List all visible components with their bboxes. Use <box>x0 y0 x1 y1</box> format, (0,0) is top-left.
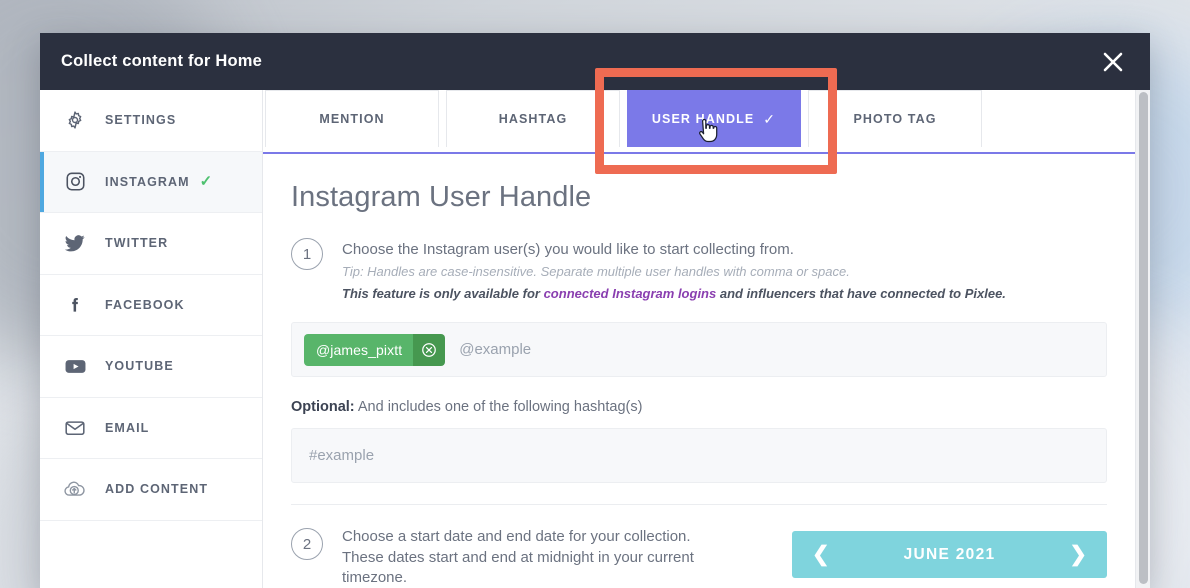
instagram-icon <box>62 171 88 192</box>
sidebar-item-facebook[interactable]: FACEBOOK <box>40 275 262 337</box>
tab-label: USER HANDLE <box>652 112 754 126</box>
step-number: 2 <box>291 528 323 560</box>
sidebar-item-settings[interactable]: SETTINGS <box>40 90 262 152</box>
optional-hashtag-label: Optional: And includes one of the follow… <box>291 399 1107 415</box>
sidebar-item-label: SETTINGS <box>105 113 176 127</box>
tab-photo-tag[interactable]: PHOTO TAG <box>808 90 982 147</box>
hashtag-input-placeholder: #example <box>309 447 374 464</box>
youtube-icon <box>62 355 88 378</box>
chevron-left-icon[interactable]: ❮ <box>812 544 830 565</box>
sidebar: SETTINGS INSTAGRAM ✓ <box>40 90 263 588</box>
modal-body: SETTINGS INSTAGRAM ✓ <box>40 90 1150 588</box>
step-note: This feature is only available for conne… <box>342 284 1006 304</box>
tab-bar: MENTION HASHTAG USER HANDLE ✓ PHOTO TAG <box>263 90 1135 154</box>
sidebar-item-label: EMAIL <box>105 421 149 435</box>
sidebar-item-label: TWITTER <box>105 236 168 250</box>
cloud-upload-icon <box>62 477 88 501</box>
screen: Collect content for Home SETTINGS <box>0 0 1190 588</box>
page-title: Instagram User Handle <box>291 181 1107 214</box>
tab-check-icon: ✓ <box>763 112 776 126</box>
tab-mention[interactable]: MENTION <box>265 90 439 147</box>
note-after: and influencers that have connected to P… <box>716 286 1006 301</box>
month-navigator[interactable]: ❮ JUNE 2021 ❯ <box>792 531 1107 578</box>
tab-label: PHOTO TAG <box>853 112 936 126</box>
optional-bold: Optional: <box>291 399 355 415</box>
content-panel: MENTION HASHTAG USER HANDLE ✓ PHOTO TAG <box>263 90 1135 588</box>
step-number: 1 <box>291 238 323 270</box>
step-2: 2 Choose a start date and end date for y… <box>291 527 1107 588</box>
sidebar-item-instagram[interactable]: INSTAGRAM ✓ <box>40 152 262 214</box>
collect-content-modal: Collect content for Home SETTINGS <box>40 33 1150 588</box>
sidebar-item-label: YOUTUBE <box>105 359 174 373</box>
section-divider <box>291 504 1107 505</box>
sidebar-item-youtube[interactable]: YOUTUBE <box>40 336 262 398</box>
handle-chip-label: @james_pixtt <box>304 334 413 366</box>
optional-rest: And includes one of the following hashta… <box>355 399 643 415</box>
close-icon[interactable] <box>1094 43 1132 81</box>
user-handle-input[interactable]: @james_pixtt @example <box>291 322 1107 377</box>
twitter-icon <box>62 232 88 254</box>
vertical-scrollbar[interactable] <box>1135 90 1150 588</box>
chevron-right-icon[interactable]: ❯ <box>1069 544 1087 565</box>
modal-titlebar: Collect content for Home <box>40 33 1150 90</box>
current-month-label: JUNE 2021 <box>904 546 996 564</box>
modal-title: Collect content for Home <box>61 52 262 71</box>
sidebar-item-email[interactable]: EMAIL <box>40 398 262 460</box>
content-scroll-area: Instagram User Handle 1 Choose the Insta… <box>263 154 1135 588</box>
sidebar-item-check-icon: ✓ <box>200 174 213 189</box>
handle-chip: @james_pixtt <box>304 334 445 366</box>
sidebar-item-label: INSTAGRAM <box>105 175 190 189</box>
step-tip: Tip: Handles are case-insensitive. Separ… <box>342 262 1006 282</box>
sidebar-item-label: FACEBOOK <box>105 298 185 312</box>
tab-label: HASHTAG <box>499 112 568 126</box>
sidebar-item-twitter[interactable]: TWITTER <box>40 213 262 275</box>
content-wrapper: MENTION HASHTAG USER HANDLE ✓ PHOTO TAG <box>263 90 1150 588</box>
step-instruction-line-3: timezone. <box>342 568 772 588</box>
circle-x-icon[interactable] <box>413 334 445 366</box>
connected-instagram-logins-link[interactable]: connected Instagram logins <box>544 286 717 301</box>
tab-user-handle[interactable]: USER HANDLE ✓ <box>627 90 801 147</box>
note-before: This feature is only available for <box>342 286 544 301</box>
step-text-block: Choose a start date and end date for you… <box>342 527 772 588</box>
facebook-icon <box>62 295 88 315</box>
handle-input-placeholder: @example <box>459 341 531 358</box>
step-instruction-line-2: These dates start and end at midnight in… <box>342 548 772 568</box>
sidebar-item-label: ADD CONTENT <box>105 482 208 496</box>
sidebar-filler <box>40 521 262 588</box>
tab-hashtag[interactable]: HASHTAG <box>446 90 620 147</box>
step-1: 1 Choose the Instagram user(s) you would… <box>291 237 1107 303</box>
step-instruction: Choose the Instagram user(s) you would l… <box>342 240 1006 260</box>
scrollbar-thumb[interactable] <box>1139 92 1148 584</box>
hashtag-input[interactable]: #example <box>291 428 1107 483</box>
step-text-block: Choose the Instagram user(s) you would l… <box>342 237 1006 303</box>
gear-icon <box>62 110 88 130</box>
step-instruction-line-1: Choose a start date and end date for you… <box>342 527 772 547</box>
tab-label: MENTION <box>319 112 384 126</box>
envelope-icon <box>62 417 88 439</box>
sidebar-item-add-content[interactable]: ADD CONTENT <box>40 459 262 521</box>
